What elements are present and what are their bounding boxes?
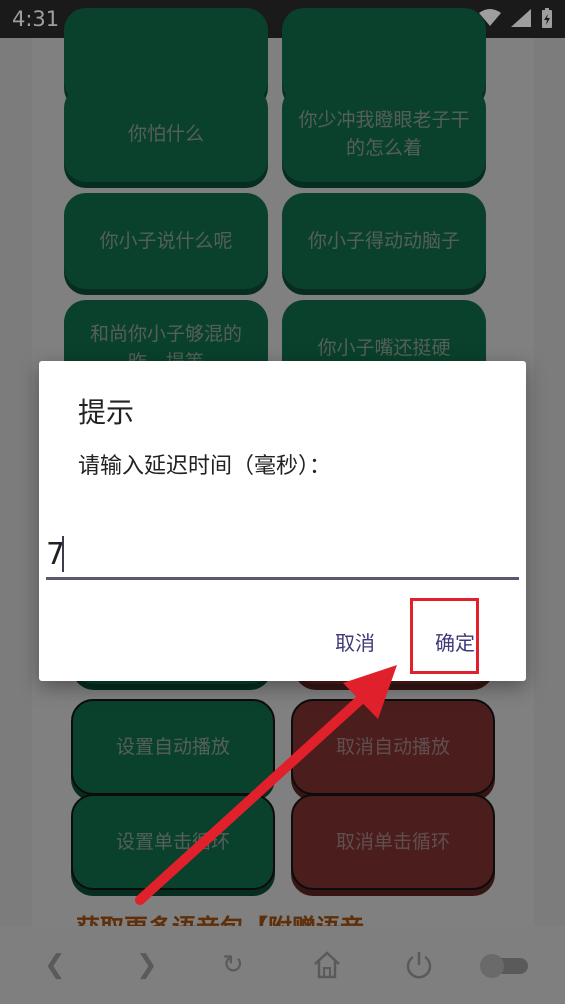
annotation-arrow-shaft — [135, 695, 365, 905]
annotation-arrow — [135, 665, 397, 905]
